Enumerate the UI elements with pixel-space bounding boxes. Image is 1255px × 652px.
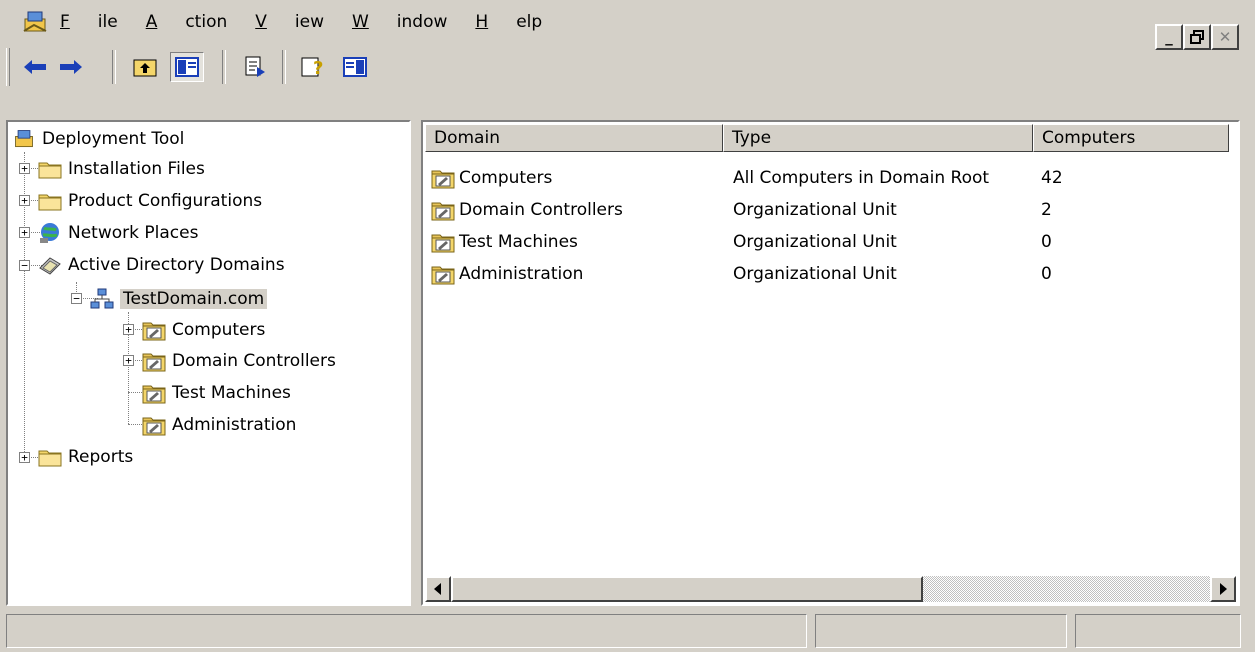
list-cell-computers: 0: [1041, 264, 1052, 284]
domain-icon: [90, 288, 114, 309]
column-header-type[interactable]: Type: [723, 124, 1033, 152]
active-directory-icon: [39, 257, 61, 275]
tree-root[interactable]: Deployment Tool: [12, 124, 184, 154]
folder-icon: [38, 190, 62, 212]
ou-folder-icon: [142, 319, 166, 341]
status-panel: [815, 614, 1067, 648]
list-cell-type: All Computers in Domain Root: [733, 168, 990, 188]
ou-folder-icon: [142, 382, 166, 404]
menu-help[interactable]: Help: [475, 10, 542, 34]
menu-bar: File Action View Window Help _ ✕: [0, 0, 1255, 50]
tree-item-domain-controllers[interactable]: Domain Controllers: [142, 346, 336, 376]
list-cell-computers: 2: [1041, 200, 1052, 220]
menu-view[interactable]: View: [255, 10, 324, 34]
tree-item-test-machines[interactable]: Test Machines: [142, 378, 291, 408]
tree-item-label: Active Directory Domains: [68, 255, 285, 275]
collapse-icon[interactable]: −: [71, 293, 82, 304]
tree-item-product-configurations[interactable]: Product Configurations: [38, 186, 262, 216]
list-cell-domain: Administration: [459, 264, 584, 284]
ou-folder-icon: [431, 199, 455, 221]
tree-item-label: Product Configurations: [68, 191, 263, 211]
ou-folder-icon: [142, 414, 166, 436]
expand-icon[interactable]: +: [19, 195, 30, 206]
list-row[interactable]: Administration: [431, 258, 583, 290]
column-header-domain[interactable]: Domain: [425, 124, 723, 152]
toolbar-separator: [282, 50, 286, 84]
list-cell-domain: Computers: [459, 168, 553, 188]
list-row[interactable]: Domain Controllers: [431, 194, 623, 226]
list-cell-type: Organizational Unit: [733, 232, 897, 252]
tree-item-testdomain[interactable]: TestDomain.com: [90, 284, 268, 314]
scroll-thumb[interactable]: [451, 576, 923, 602]
up-one-level-icon[interactable]: [128, 52, 162, 82]
tree-item-label: Computers: [172, 320, 266, 340]
console-tree[interactable]: + + + − − + + + Deployment Tool Installa…: [6, 120, 411, 606]
tree-item-administration[interactable]: Administration: [142, 410, 296, 440]
tree-item-reports[interactable]: Reports: [38, 442, 133, 472]
menu-items: File Action View Window Help: [60, 10, 570, 34]
ou-folder-icon: [431, 167, 455, 189]
tree-root-label: Deployment Tool: [42, 129, 185, 149]
toolbar-separator: [222, 50, 226, 84]
show-hide-tree-icon[interactable]: [170, 52, 204, 82]
status-panel: [1075, 614, 1241, 648]
list-cell-computers: 0: [1041, 232, 1052, 252]
list-cell-type: Organizational Unit: [733, 200, 897, 220]
expand-icon[interactable]: +: [123, 355, 134, 366]
network-places-icon: [40, 223, 59, 243]
toolbar-separator: [112, 50, 116, 84]
scroll-left-icon[interactable]: [425, 576, 451, 602]
tree-item-network-places[interactable]: Network Places: [38, 218, 198, 248]
column-header-computers[interactable]: Computers: [1033, 124, 1229, 152]
help-icon[interactable]: ?: [296, 52, 330, 82]
menu-window[interactable]: Window: [352, 10, 447, 34]
ou-folder-icon: [142, 350, 166, 372]
horizontal-scrollbar[interactable]: [425, 576, 1236, 602]
menu-file[interactable]: File: [60, 10, 118, 34]
tree-item-installation-files[interactable]: Installation Files: [38, 154, 205, 184]
tree-item-active-directory-domains[interactable]: Active Directory Domains: [38, 250, 285, 280]
list-cell-domain: Test Machines: [459, 232, 578, 252]
ou-folder-icon: [431, 263, 455, 285]
tree-item-label: Reports: [68, 447, 134, 467]
tree-item-label: TestDomain.com: [120, 289, 268, 309]
expand-icon[interactable]: +: [19, 452, 30, 463]
list-cell-domain: Domain Controllers: [459, 200, 623, 220]
status-bar: [0, 614, 1255, 652]
show-hide-action-pane-icon[interactable]: [338, 52, 372, 82]
tree-item-label: Domain Controllers: [172, 351, 336, 371]
mmc-console-icon: [15, 130, 33, 148]
mmc-console-icon[interactable]: [22, 9, 48, 35]
status-panel: [6, 614, 807, 648]
tree-item-label: Network Places: [68, 223, 199, 243]
toolbar: ?: [0, 44, 1255, 90]
list-row[interactable]: Computers: [431, 162, 552, 194]
back-arrow-icon[interactable]: [18, 52, 52, 82]
collapse-icon[interactable]: −: [19, 260, 30, 271]
tree-item-label: Administration: [172, 415, 297, 435]
list-cell-computers: 42: [1041, 168, 1063, 188]
folder-icon: [38, 158, 62, 180]
menu-action[interactable]: Action: [146, 10, 228, 34]
tree-item-label: Installation Files: [68, 159, 205, 179]
results-list[interactable]: Domain Type Computers Computers All Comp…: [421, 120, 1240, 606]
folder-icon: [38, 446, 62, 468]
expand-icon[interactable]: +: [123, 324, 134, 335]
export-list-icon[interactable]: [238, 52, 272, 82]
svg-text:?: ?: [313, 58, 323, 79]
ou-folder-icon: [431, 231, 455, 253]
list-cell-type: Organizational Unit: [733, 264, 897, 284]
tree-item-label: Test Machines: [172, 383, 291, 403]
expand-icon[interactable]: +: [19, 227, 30, 238]
list-row[interactable]: Test Machines: [431, 226, 578, 258]
toolbar-grip[interactable]: [6, 48, 10, 86]
forward-arrow-icon[interactable]: [54, 52, 88, 82]
expand-icon[interactable]: +: [19, 163, 30, 174]
tree-item-computers[interactable]: Computers: [142, 315, 265, 345]
scroll-right-icon[interactable]: [1210, 576, 1236, 602]
